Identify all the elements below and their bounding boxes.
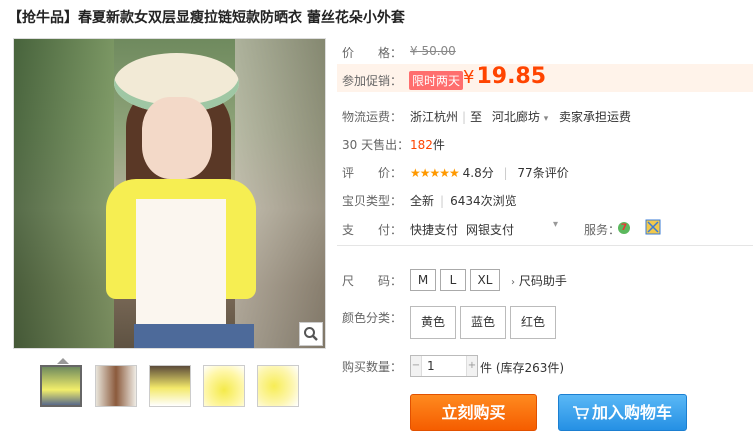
thumbnail-1[interactable] (40, 365, 82, 407)
magnifier-icon[interactable] (299, 322, 323, 346)
quantity-stepper[interactable]: − 1 + (410, 355, 478, 377)
quantity-label: 购买数量： (342, 360, 403, 374)
item-type-label: 宝贝类型： (342, 194, 403, 208)
item-type: 全新 | 6434次浏览 (410, 194, 517, 208)
reviews-link[interactable]: 77条评价 (517, 166, 568, 180)
shipping-label: 物流运费： (342, 110, 403, 124)
color-label: 颜色分类： (342, 311, 403, 325)
chevron-down-icon: ▾ (543, 114, 549, 124)
thumbnail-5[interactable] (257, 365, 299, 407)
product-main-image[interactable] (13, 38, 326, 349)
quantity-input[interactable]: 1 (427, 356, 435, 376)
sales-label: 30 天售出： (342, 138, 410, 152)
original-price: ¥ 50.00 (410, 44, 456, 58)
payment-method-2[interactable]: 网银支付 (466, 221, 514, 238)
thumbnail-pointer (57, 358, 69, 364)
thumbnail-2[interactable] (95, 365, 137, 407)
chevron-right-icon: › (511, 277, 515, 288)
service-guarantee-icon[interactable] (645, 219, 661, 238)
color-option-yellow[interactable]: 黄色 (410, 306, 456, 339)
thumbnail-4[interactable] (203, 365, 245, 407)
payment-expand-icon[interactable]: ▾ (553, 219, 558, 230)
stock-note: 件 (库存263件) (480, 361, 565, 375)
promo-price: ¥19.85 (463, 64, 547, 89)
rating-stars: ★★★★★ (410, 166, 460, 180)
service-label: 服务： (584, 223, 621, 237)
shipping-route: 浙江杭州 | 至 河北廊坊 ▾ (410, 110, 549, 124)
service-7day-icon[interactable]: 7 (616, 219, 632, 238)
promo-tag: 限时两天 (409, 71, 464, 90)
buy-now-button[interactable]: 立刻购买 (410, 394, 537, 431)
rating: ★★★★★ 4.8分 | 77条评价 (410, 166, 569, 180)
price-label: 价 格： (342, 46, 403, 60)
color-option-blue[interactable]: 蓝色 (460, 306, 506, 339)
destination-select[interactable]: 河北廊坊 ▾ (492, 110, 548, 124)
svg-text:7: 7 (621, 223, 627, 233)
rating-score: 4.8分 (462, 166, 494, 180)
sales-count: 182件 (410, 138, 445, 152)
size-option-xl[interactable]: XL (470, 269, 500, 291)
quantity-decrease-button[interactable]: − (411, 356, 422, 376)
promo-label: 参加促销： (342, 74, 403, 88)
add-to-cart-button[interactable]: 加入购物车 (558, 394, 687, 431)
size-helper-link[interactable]: › 尺码助手 (511, 272, 567, 289)
size-option-l[interactable]: L (440, 269, 466, 291)
product-title: 【抢牛品】春夏新款女双层显瘦拉链短款防晒衣 蕾丝花朵小外套 (8, 10, 405, 26)
size-option-m[interactable]: M (410, 269, 436, 291)
quantity-increase-button[interactable]: + (466, 356, 477, 376)
color-option-red[interactable]: 红色 (510, 306, 556, 339)
cart-icon (572, 397, 590, 432)
payment-label: 支 付： (342, 223, 403, 237)
size-label: 尺 码： (342, 274, 403, 288)
divider (337, 245, 753, 246)
payment-method-1[interactable]: 快捷支付 (410, 221, 458, 238)
rating-label: 评 价： (342, 166, 403, 180)
thumbnail-3[interactable] (149, 365, 191, 407)
shipping-note: 卖家承担运费 (559, 110, 632, 124)
